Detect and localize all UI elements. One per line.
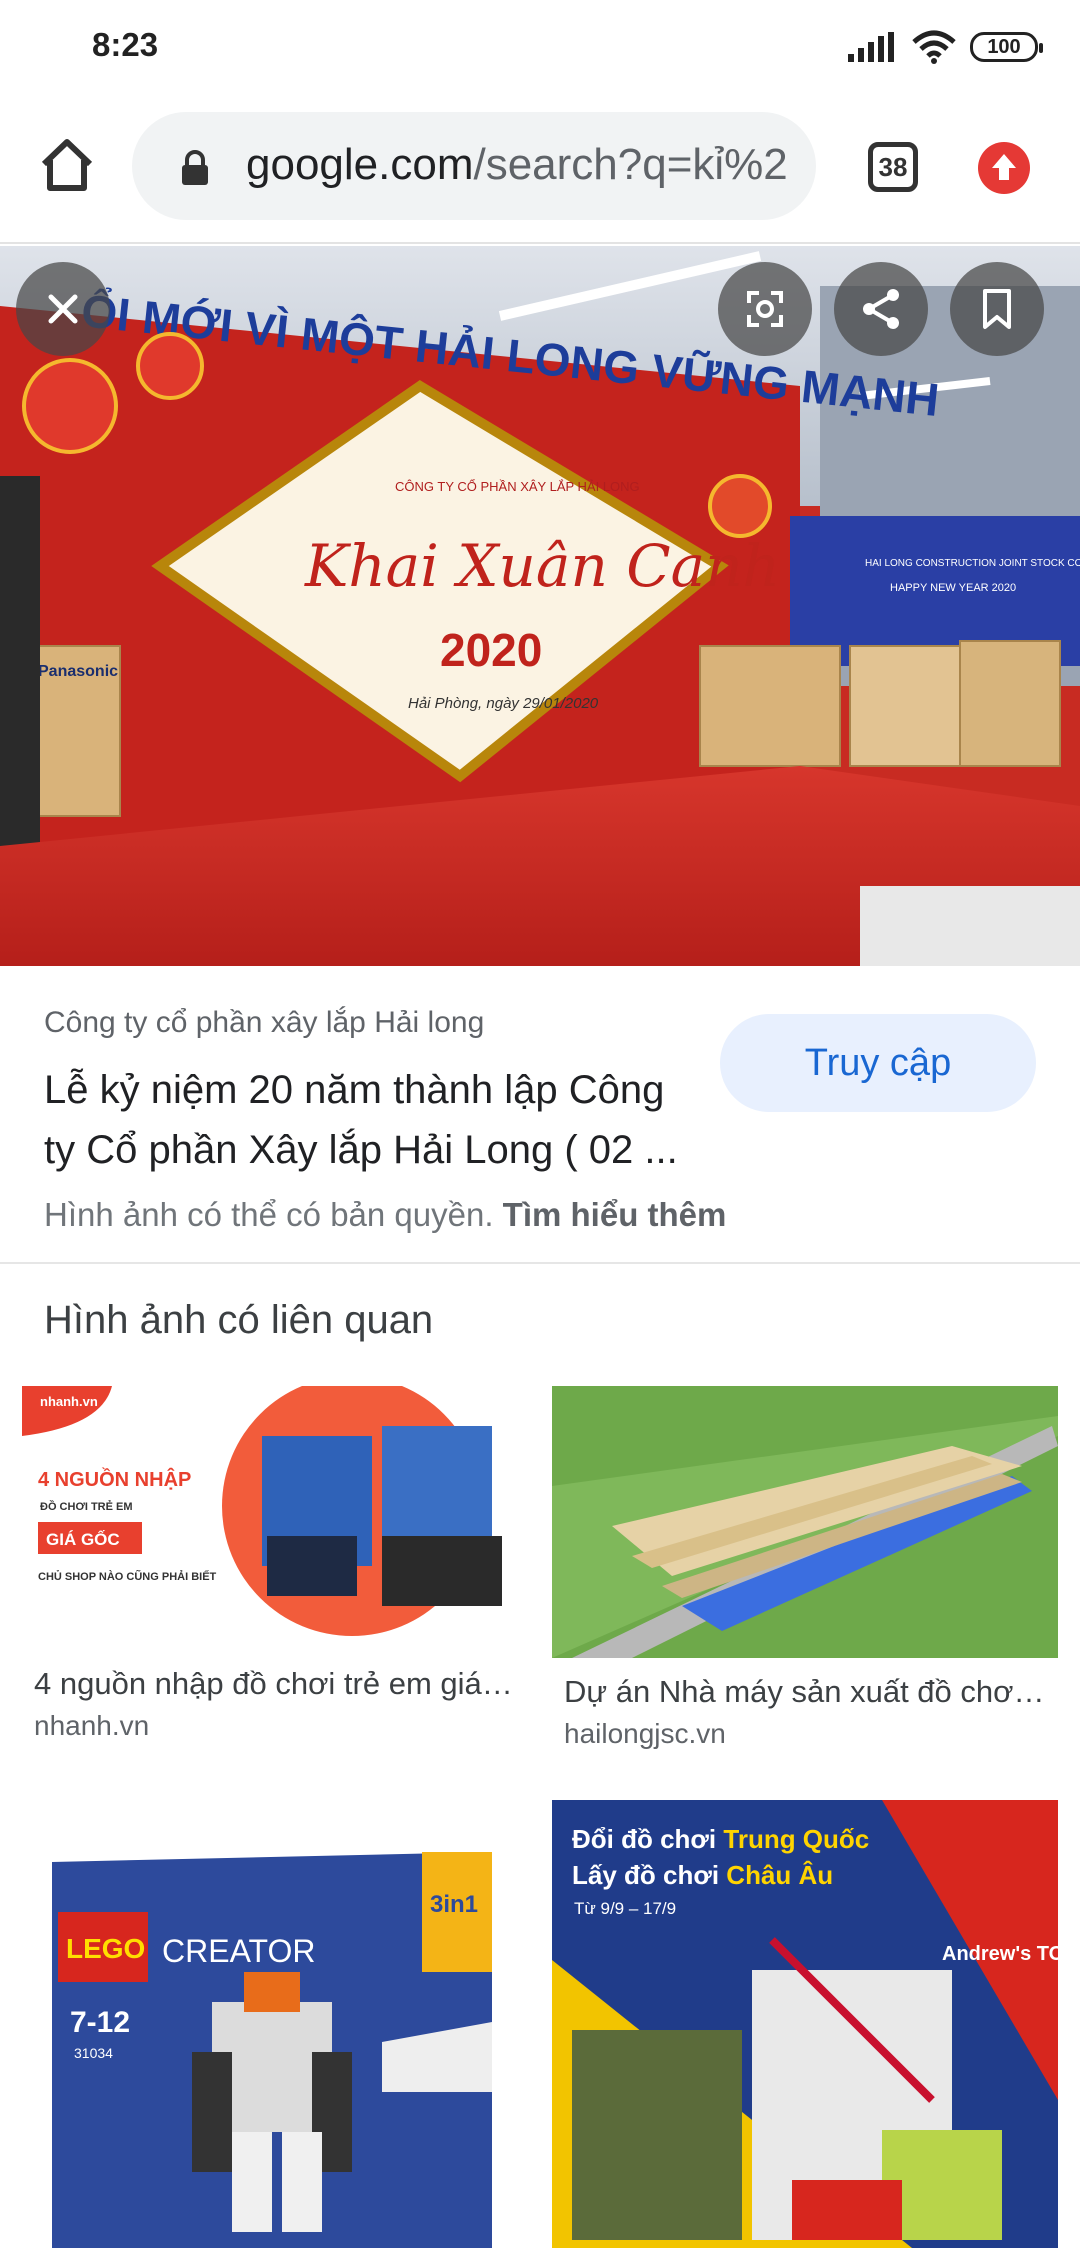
divider [0, 1262, 1080, 1264]
card-4-logo: Andrew's TOYS [942, 1943, 1058, 1965]
card-4-dates: Từ 9/9 – 17/9 [574, 1899, 676, 1918]
close-icon [48, 294, 78, 324]
wifi-icon [912, 30, 956, 69]
card-1-badge: GIÁ GỐC [46, 1529, 120, 1549]
learn-more-link[interactable]: Tìm hiểu thêm [503, 1196, 727, 1233]
url-text: google.com/search?q=kỉ%2 [246, 140, 806, 190]
hero-image[interactable]: ỔI MỚI VÌ MỘT HẢI LONG VỮNG MẠNH CÔNG TY… [0, 246, 1080, 966]
side-text-2: HAPPY NEW YEAR 2020 [890, 582, 1016, 594]
card-4-line2: Lấy đồ chơi Châu Âu [572, 1860, 833, 1890]
card-1-line2: ĐỒ CHƠI TRẺ EM [40, 1500, 133, 1513]
banner-date: Hải Phòng, ngày 29/01/2020 [408, 695, 599, 712]
update-icon[interactable] [978, 142, 1030, 194]
box-brand: Panasonic [38, 663, 118, 680]
tabs-icon[interactable]: 38 [868, 142, 918, 192]
share-icon [863, 289, 899, 329]
url-host: google.com [246, 140, 474, 189]
card-3-set: 31034 [74, 2045, 113, 2061]
bookmark-button[interactable] [950, 262, 1044, 356]
card-4-line1: Đổi đồ chơi Trung Quốc [572, 1824, 869, 1854]
card-3-brand: LEGO [66, 1933, 145, 1964]
card-3-badge: 3in1 [430, 1891, 478, 1918]
related-heading: Hình ảnh có liên quan [44, 1298, 434, 1342]
card-3-age: 7-12 [70, 2006, 130, 2039]
signal-icon [848, 32, 894, 67]
url-path: /search?q=kỉ%2 [473, 140, 788, 189]
copyright-notice: Hình ảnh có thể có bản quyền. Tìm hiểu t… [44, 1196, 726, 1234]
side-text: HAI LONG CONSTRUCTION JOINT STOCK COMPAN… [865, 558, 1080, 569]
related-caption-2[interactable]: Dự án Nhà máy sản xuất đồ chơi ... [564, 1674, 1048, 1710]
card-1-logo: nhanh.vn [40, 1394, 98, 1409]
status-bar: 8:23 100 [0, 0, 1080, 96]
card-1-line1: 4 NGUỒN NHẬP [38, 1467, 191, 1491]
related-card-4[interactable]: Đổi đồ chơi Trung Quốc Lấy đồ chơi Châu … [552, 1800, 1058, 2248]
browser-toolbar: google.com/search?q=kỉ%2 38 [0, 96, 1080, 244]
home-icon[interactable] [36, 134, 98, 196]
related-card-3[interactable]: LEGO CREATOR 7-12 31034 3in1 [22, 1792, 530, 2248]
banner-text: Khai Xuân Canh Tý [304, 532, 871, 600]
card-1-line3: CHỦ SHOP NÀO CŨNG PHẢI BIẾT [38, 1570, 217, 1583]
banner-year: 2020 [440, 624, 542, 676]
close-button[interactable] [16, 262, 110, 356]
address-bar[interactable]: google.com/search?q=kỉ%2 [132, 112, 816, 220]
source-name[interactable]: Công ty cổ phần xây lắp Hải long [44, 1006, 484, 1040]
battery-icon: 100 [970, 32, 1043, 62]
related-card-1[interactable]: nhanh.vn 4 NGUỒN NHẬP ĐỒ CHƠI TRẺ EM GIÁ… [22, 1386, 530, 1648]
visit-button[interactable]: Truy cập [720, 1014, 1036, 1112]
lens-button[interactable] [718, 262, 812, 356]
related-card-2[interactable] [552, 1386, 1058, 1658]
result-title[interactable]: Lễ kỷ niệm 20 năm thành lập Công ty Cổ p… [44, 1060, 684, 1180]
lock-icon [180, 150, 210, 191]
lens-icon [747, 291, 783, 327]
related-domain-2: hailongjsc.vn [564, 1718, 726, 1749]
related-caption-1[interactable]: 4 nguồn nhập đồ chơi trẻ em giá ... [34, 1666, 514, 1702]
copyright-text: Hình ảnh có thể có bản quyền. [44, 1196, 494, 1233]
share-button[interactable] [834, 262, 928, 356]
bookmark-icon [983, 289, 1011, 329]
card-3-title: CREATOR [162, 1933, 316, 1969]
status-icons: 100 [820, 28, 1080, 68]
status-time: 8:23 [92, 26, 159, 63]
banner-company: CÔNG TY CỔ PHẦN XÂY LẮP HẢI LONG [395, 479, 640, 494]
related-domain-1: nhanh.vn [34, 1710, 150, 1741]
